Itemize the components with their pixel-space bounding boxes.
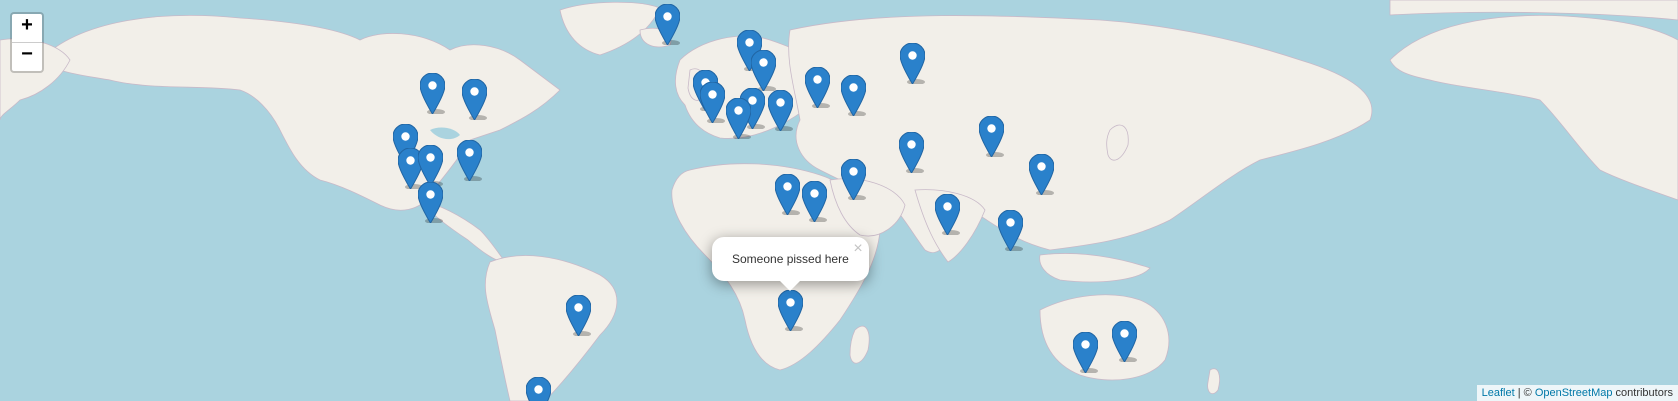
map-pin-icon [1029, 154, 1054, 195]
map-marker[interactable] [655, 4, 680, 45]
map-marker[interactable] [751, 50, 776, 91]
map-marker[interactable] [775, 174, 800, 215]
map-pin-icon [935, 194, 960, 235]
map-marker[interactable] [726, 98, 751, 139]
map-marker[interactable] [841, 75, 866, 116]
land-new-zealand [1207, 368, 1220, 395]
osm-link[interactable]: OpenStreetMap [1535, 387, 1613, 399]
leaflet-link[interactable]: Leaflet [1482, 387, 1515, 399]
map-pin-icon [418, 182, 443, 223]
map-pin-icon [841, 75, 866, 116]
land-australia [1039, 294, 1170, 381]
map-pin-icon [841, 159, 866, 200]
popup-close-button[interactable]: × [853, 240, 862, 258]
map-pin-icon [457, 140, 482, 181]
map-pin-icon [526, 377, 551, 401]
map-marker[interactable] [1112, 321, 1137, 362]
map-pin-icon [775, 174, 800, 215]
attribution-suffix: contributors [1612, 387, 1673, 399]
map-pin-icon [700, 82, 725, 123]
map-pin-icon [778, 290, 803, 331]
map-marker[interactable] [935, 194, 960, 235]
map-marker[interactable] [979, 116, 1004, 157]
map-pin-icon [462, 79, 487, 120]
land-south-america [484, 255, 618, 401]
map-pin-icon [418, 145, 443, 186]
map-pin-icon [1112, 321, 1137, 362]
map-pin-icon [1073, 332, 1098, 373]
map-pin-icon [900, 43, 925, 84]
map-marker[interactable] [805, 67, 830, 108]
map-marker[interactable] [462, 79, 487, 120]
popup-tip [780, 281, 801, 291]
map-marker[interactable] [1073, 332, 1098, 373]
land-north-america-repeat [1389, 15, 1678, 201]
zoom-out-button[interactable]: − [12, 43, 42, 71]
map-pin-icon [768, 90, 793, 131]
map-marker[interactable] [418, 182, 443, 223]
map-pin-icon [979, 116, 1004, 157]
map-marker[interactable] [841, 159, 866, 200]
map-marker[interactable] [998, 210, 1023, 251]
map-marker[interactable] [566, 295, 591, 336]
map-marker[interactable] [457, 140, 482, 181]
map-pin-icon [998, 210, 1023, 251]
map-marker[interactable] [900, 43, 925, 84]
map-marker[interactable] [420, 73, 445, 114]
map-marker[interactable] [802, 181, 827, 222]
land-madagascar [849, 325, 870, 364]
attribution: Leaflet | © OpenStreetMap contributors [1476, 385, 1678, 401]
map-pin-icon [899, 132, 924, 173]
map-marker[interactable] [526, 377, 551, 401]
map-pin-icon [726, 98, 751, 139]
popup-text: Someone pissed here [732, 252, 849, 266]
map-pin-icon [655, 4, 680, 45]
map-marker[interactable] [778, 290, 803, 331]
zoom-control: + − [10, 12, 44, 73]
map-marker[interactable] [768, 90, 793, 131]
map-marker[interactable] [899, 132, 924, 173]
map-pin-icon [751, 50, 776, 91]
map-viewport[interactable]: + − × Someone pissed here Leaflet | © Op… [0, 0, 1678, 401]
marker-popup: × Someone pissed here [712, 237, 869, 291]
map-marker[interactable] [418, 145, 443, 186]
attribution-separator: | © [1514, 387, 1535, 399]
map-pin-icon [805, 67, 830, 108]
map-pin-icon [802, 181, 827, 222]
map-marker[interactable] [700, 82, 725, 123]
land-indonesia [1039, 253, 1151, 283]
zoom-in-button[interactable]: + [12, 14, 42, 43]
map-pin-icon [420, 73, 445, 114]
map-marker[interactable] [1029, 154, 1054, 195]
map-pin-icon [566, 295, 591, 336]
basemap [0, 0, 1678, 401]
